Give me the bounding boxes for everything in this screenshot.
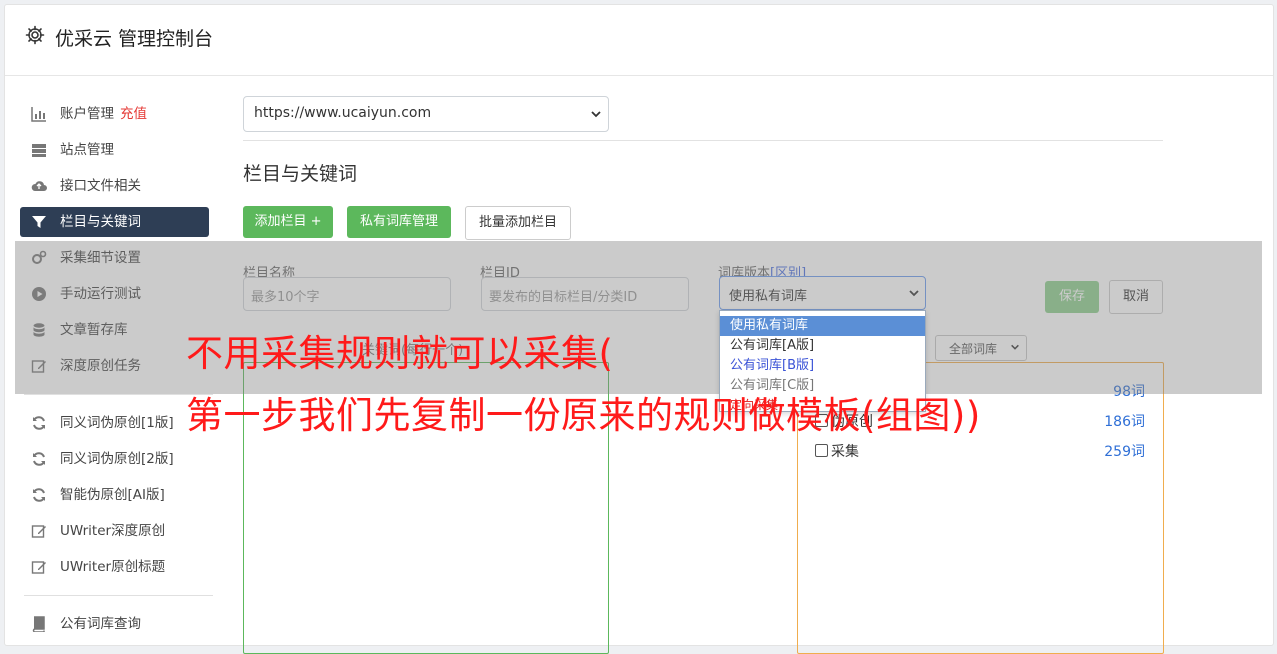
- refresh-icon: [33, 416, 45, 430]
- sidebar-item-sites[interactable]: 站点管理: [20, 135, 209, 165]
- bar-chart-icon: [31, 107, 46, 122]
- edit-icon: [31, 525, 46, 538]
- keyword-lib-count: 186词: [1104, 414, 1145, 430]
- cloud-upload-icon: [31, 181, 47, 191]
- overlay-caption-line2: 第一步我们先复制一份原来的规则做模板(组图)): [186, 394, 981, 437]
- sidebar-item-label: 公有词库查询: [60, 616, 141, 632]
- batch-add-button[interactable]: 批量添加栏目: [465, 206, 571, 240]
- gear-icon: [25, 25, 45, 45]
- sidebar-item-label: UWriter原创标题: [60, 559, 166, 575]
- sidebar-item-label: 栏目与关键词: [60, 214, 141, 230]
- divider: [243, 140, 1163, 141]
- filter-icon: [32, 216, 46, 228]
- site-select[interactable]: https://www.ucaiyun.com: [243, 96, 609, 132]
- private-lib-button[interactable]: 私有词库管理: [347, 206, 451, 238]
- edit-icon: [31, 561, 46, 574]
- server-icon: [32, 144, 46, 157]
- version-option[interactable]: 使用私有词库: [720, 316, 925, 336]
- option-label: 公有词库[B版]: [730, 358, 815, 373]
- sidebar-item-columns-keywords[interactable]: 栏目与关键词: [20, 207, 209, 237]
- sidebar-item-label: UWriter深度原创: [60, 523, 166, 539]
- sidebar-divider: [24, 394, 213, 395]
- site-select-value: https://www.ucaiyun.com: [254, 105, 432, 121]
- sidebar-item-synonym-v1[interactable]: 同义词伪原创[1版]: [20, 408, 209, 438]
- sidebar-item-account[interactable]: 账户管理 充值: [20, 99, 209, 129]
- add-column-button[interactable]: 添加栏目 +: [243, 206, 333, 238]
- book-icon: [32, 616, 45, 632]
- sidebar-item-ai-original[interactable]: 智能伪原创[AI版]: [20, 480, 209, 510]
- recharge-link[interactable]: 充值: [120, 106, 147, 122]
- version-option[interactable]: 公有词库[A版]: [720, 336, 925, 356]
- refresh-icon: [33, 488, 45, 502]
- sidebar-item-public-lib[interactable]: 公有词库查询: [20, 609, 209, 639]
- sidebar-item-uwriter-title[interactable]: UWriter原创标题: [20, 552, 209, 582]
- sidebar-item-label: 站点管理: [60, 142, 114, 158]
- sidebar-item-label: 智能伪原创[AI版]: [60, 487, 165, 503]
- keyword-lib-row[interactable]: 采集 259词: [815, 441, 1145, 461]
- keyword-lib-count: 259词: [1104, 444, 1145, 460]
- checkbox[interactable]: [815, 444, 828, 457]
- chevron-down-icon: [591, 111, 601, 118]
- sidebar-item-label: 同义词伪原创[2版]: [60, 451, 174, 467]
- sidebar-item-synonym-v2[interactable]: 同义词伪原创[2版]: [20, 444, 209, 474]
- sidebar-item-label: 接口文件相关: [60, 178, 141, 194]
- version-option[interactable]: 公有词库[B版]: [720, 356, 925, 376]
- sidebar-item-label: 账户管理: [60, 106, 114, 122]
- option-label: 公有词库[A版]: [730, 338, 815, 353]
- page-title: 优采云 管理控制台: [55, 28, 214, 50]
- overlay-caption-line1: 不用采集规则就可以采集(: [186, 332, 614, 375]
- keyword-lib-name: 采集: [831, 444, 859, 460]
- sidebar-divider: [24, 595, 213, 596]
- page-header: 优采云 管理控制台: [5, 5, 1273, 76]
- sidebar-item-label: 同义词伪原创[1版]: [60, 415, 174, 431]
- option-label: 使用私有词库: [730, 318, 809, 333]
- refresh-icon: [33, 452, 45, 466]
- sidebar-item-uwriter-deep[interactable]: UWriter深度原创: [20, 516, 209, 546]
- sidebar-item-interface[interactable]: 接口文件相关: [20, 171, 209, 201]
- section-title: 栏目与关键词: [243, 163, 358, 185]
